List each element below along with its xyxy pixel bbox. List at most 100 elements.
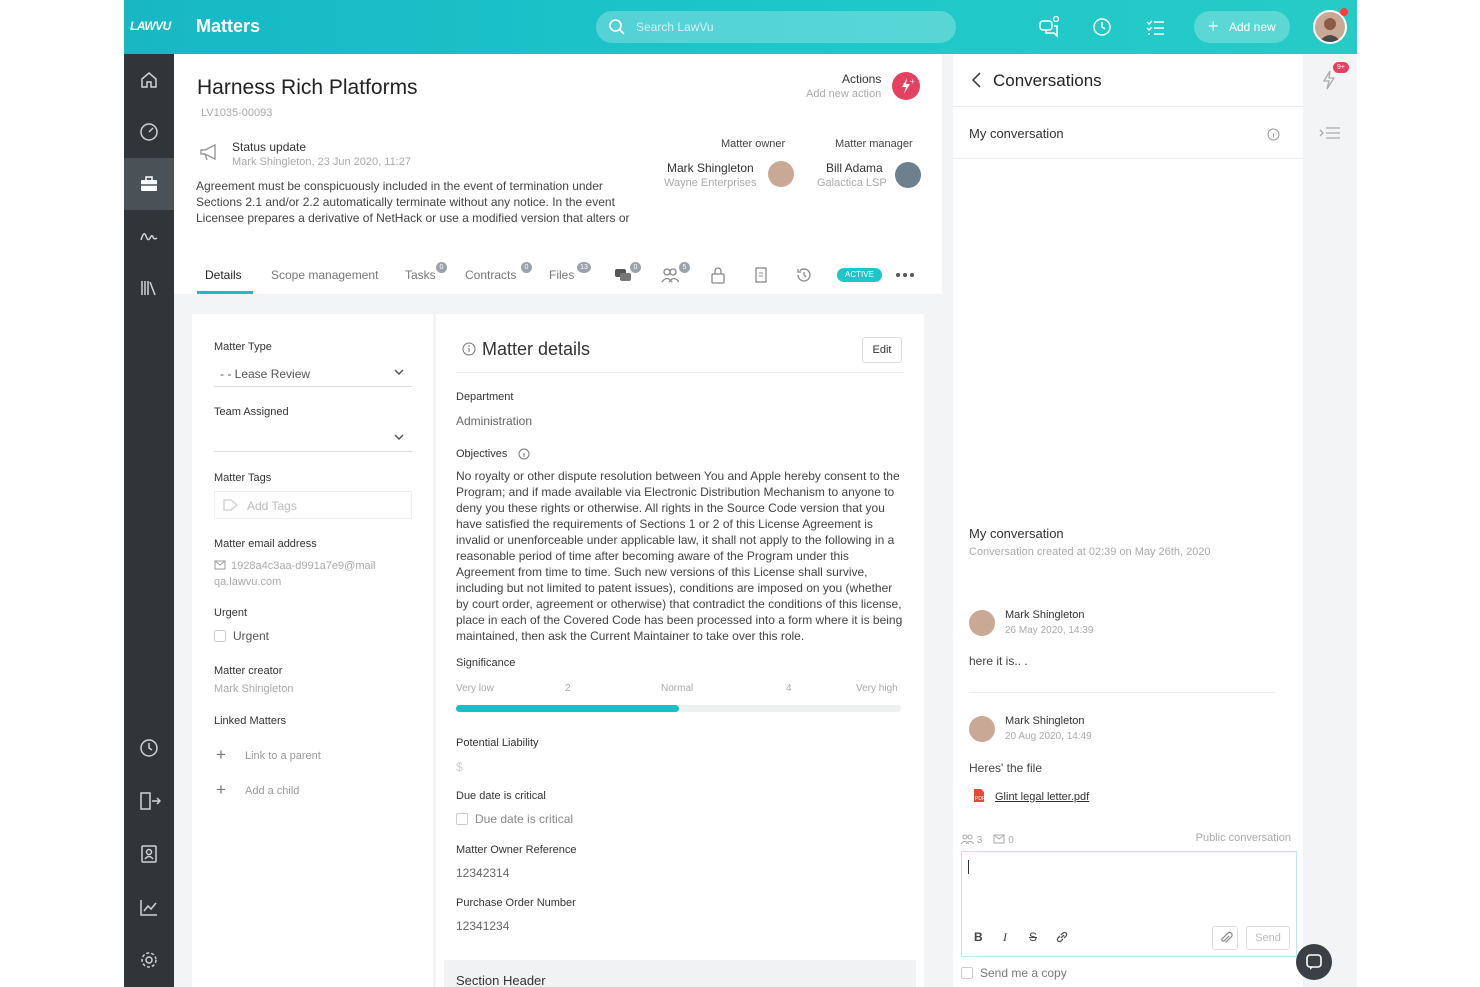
chevron-left-icon[interactable] — [969, 70, 985, 90]
matter-email-label: Matter email address — [214, 538, 317, 550]
potential-liability-input[interactable]: $ — [456, 760, 463, 774]
search-placeholder: Search LawVu — [636, 20, 714, 34]
sidebar-item-time[interactable] — [124, 722, 174, 774]
attach-button[interactable] — [1212, 926, 1238, 950]
due-date-critical-label: Due date is critical — [456, 790, 546, 802]
add-child-button[interactable]: + Add a child — [214, 780, 394, 802]
tab-contracts[interactable]: Contracts — [465, 268, 516, 282]
message-composer[interactable]: B I S Send — [961, 851, 1297, 957]
matter-type-select[interactable]: - - Lease Review — [214, 361, 412, 387]
person-avatar-icon — [1319, 18, 1341, 42]
due-date-critical-checkbox[interactable] — [456, 813, 468, 825]
send-copy-checkbox[interactable] — [961, 967, 973, 979]
lawvu-logo[interactable]: LAWVU — [130, 19, 171, 33]
sidebar-item-matters[interactable] — [124, 158, 174, 210]
sidebar-item-settings[interactable] — [124, 934, 174, 986]
section-header: Section Header — [444, 960, 916, 987]
send-button[interactable]: Send — [1246, 926, 1290, 950]
tab-lock-icon[interactable] — [710, 266, 726, 284]
tab-document-icon[interactable] — [754, 266, 768, 284]
divider — [953, 158, 1303, 159]
status-update-meta: Mark Shingleton, 23 Jun 2020, 11:27 — [232, 156, 411, 168]
add-new-button[interactable]: + Add new — [1194, 11, 1290, 43]
matter-email-value[interactable]: 1928a4c3aa-d991a7e9@mail — [231, 560, 376, 572]
sidebar-item-dashboard[interactable] — [124, 106, 174, 158]
collapse-list-icon[interactable] — [1319, 126, 1341, 140]
conversation-item[interactable]: My conversation — [969, 126, 1064, 141]
significance-slider-fill — [456, 705, 679, 712]
chat-launcher-button[interactable] — [1296, 944, 1332, 980]
matter-owner-name[interactable]: Mark Shingleton — [667, 161, 754, 175]
significance-tick-very-low: Very low — [456, 683, 494, 694]
add-action-button[interactable]: + — [892, 72, 920, 100]
matter-owner-org: Wayne Enterprises — [664, 177, 757, 189]
tab-files[interactable]: Files — [549, 268, 574, 282]
team-assigned-select[interactable] — [214, 426, 412, 452]
tab-tasks[interactable]: Tasks — [405, 268, 436, 282]
conversation-stats: 3 0 — [960, 834, 1014, 846]
tags-input[interactable]: Add Tags — [214, 491, 412, 519]
tab-details[interactable]: Details — [205, 268, 242, 282]
sidebar-item-exit[interactable] — [124, 775, 174, 827]
sidebar-item-home[interactable] — [124, 54, 174, 106]
tag-icon — [223, 499, 239, 511]
svg-text:+: + — [910, 77, 915, 86]
add-new-action-link[interactable]: Add new action — [806, 88, 881, 100]
text-cursor — [968, 860, 969, 874]
tab-scope-management[interactable]: Scope management — [271, 268, 378, 282]
sidebar-item-signatures[interactable] — [124, 210, 174, 262]
chart-icon — [140, 900, 157, 916]
message-avatar — [969, 716, 995, 742]
tab-people-icon[interactable] — [661, 267, 679, 283]
sidebar-item-contacts[interactable] — [124, 828, 174, 880]
thread-title: My conversation — [969, 526, 1064, 541]
owner-avatar[interactable] — [768, 161, 794, 187]
manager-avatar[interactable] — [895, 162, 921, 188]
matter-type-value: - - Lease Review — [220, 367, 311, 381]
sidebar-item-library[interactable] — [124, 262, 174, 314]
urgent-checkbox[interactable] — [214, 630, 226, 642]
status-active-pill[interactable]: ACTIVE — [837, 268, 882, 282]
edit-button[interactable]: Edit — [862, 337, 902, 363]
matter-id: LV1035-00093 — [201, 107, 273, 119]
tab-chat-icon[interactable] — [614, 267, 632, 283]
home-icon — [141, 72, 157, 88]
search-input[interactable]: Search LawVu — [596, 11, 956, 43]
conversations-title: Conversations — [993, 71, 1102, 90]
clock-icon[interactable] — [1091, 16, 1113, 38]
attachment-link[interactable]: Glint legal letter.pdf — [995, 791, 1089, 803]
tab-history-icon[interactable] — [795, 266, 813, 284]
message-date: 26 May 2020, 14:39 — [1005, 625, 1094, 636]
matter-manager-org: Galactica LSP — [817, 177, 887, 189]
matter-manager-name[interactable]: Bill Adama — [826, 161, 883, 175]
matter-header: Harness Rich Platforms LV1035-00093 Stat… — [174, 54, 942, 294]
bold-icon[interactable]: B — [974, 930, 983, 944]
megaphone-icon — [200, 143, 216, 161]
matter-manager-label: Matter manager — [835, 138, 913, 150]
info-icon[interactable] — [1267, 128, 1280, 141]
chevron-down-icon — [394, 369, 404, 376]
lightning-icon[interactable] — [1320, 70, 1338, 90]
link-parent-button[interactable]: + Link to a parent — [214, 745, 394, 767]
urgent-checkbox-label: Urgent — [233, 629, 270, 643]
signature-icon — [140, 233, 158, 241]
sidebar-item-reports[interactable] — [124, 881, 174, 933]
task-list-icon[interactable] — [1144, 16, 1166, 38]
objectives-value: No royalty or other dispute resolution b… — [456, 469, 903, 643]
link-parent-label: Link to a parent — [245, 750, 321, 762]
italic-icon[interactable]: I — [1003, 930, 1007, 945]
matter-creator-value: Mark Shingleton — [214, 683, 294, 695]
owner-reference-value: 12342314 — [456, 866, 510, 880]
chat-bubbles-icon[interactable] — [1038, 16, 1060, 38]
message-text: here it is.. . — [969, 654, 1028, 668]
linked-matters-label: Linked Matters — [214, 715, 287, 727]
link-icon[interactable] — [1055, 930, 1069, 944]
chevron-down-icon — [394, 434, 404, 441]
contracts-badge: 0 — [521, 262, 532, 273]
significance-tick-2: 2 — [565, 683, 571, 694]
sidebar — [124, 54, 174, 987]
matter-details-title: Matter details — [482, 339, 591, 359]
strikethrough-icon[interactable]: S — [1029, 930, 1037, 944]
more-options-icon[interactable] — [895, 272, 915, 278]
significance-slider[interactable] — [456, 705, 901, 712]
